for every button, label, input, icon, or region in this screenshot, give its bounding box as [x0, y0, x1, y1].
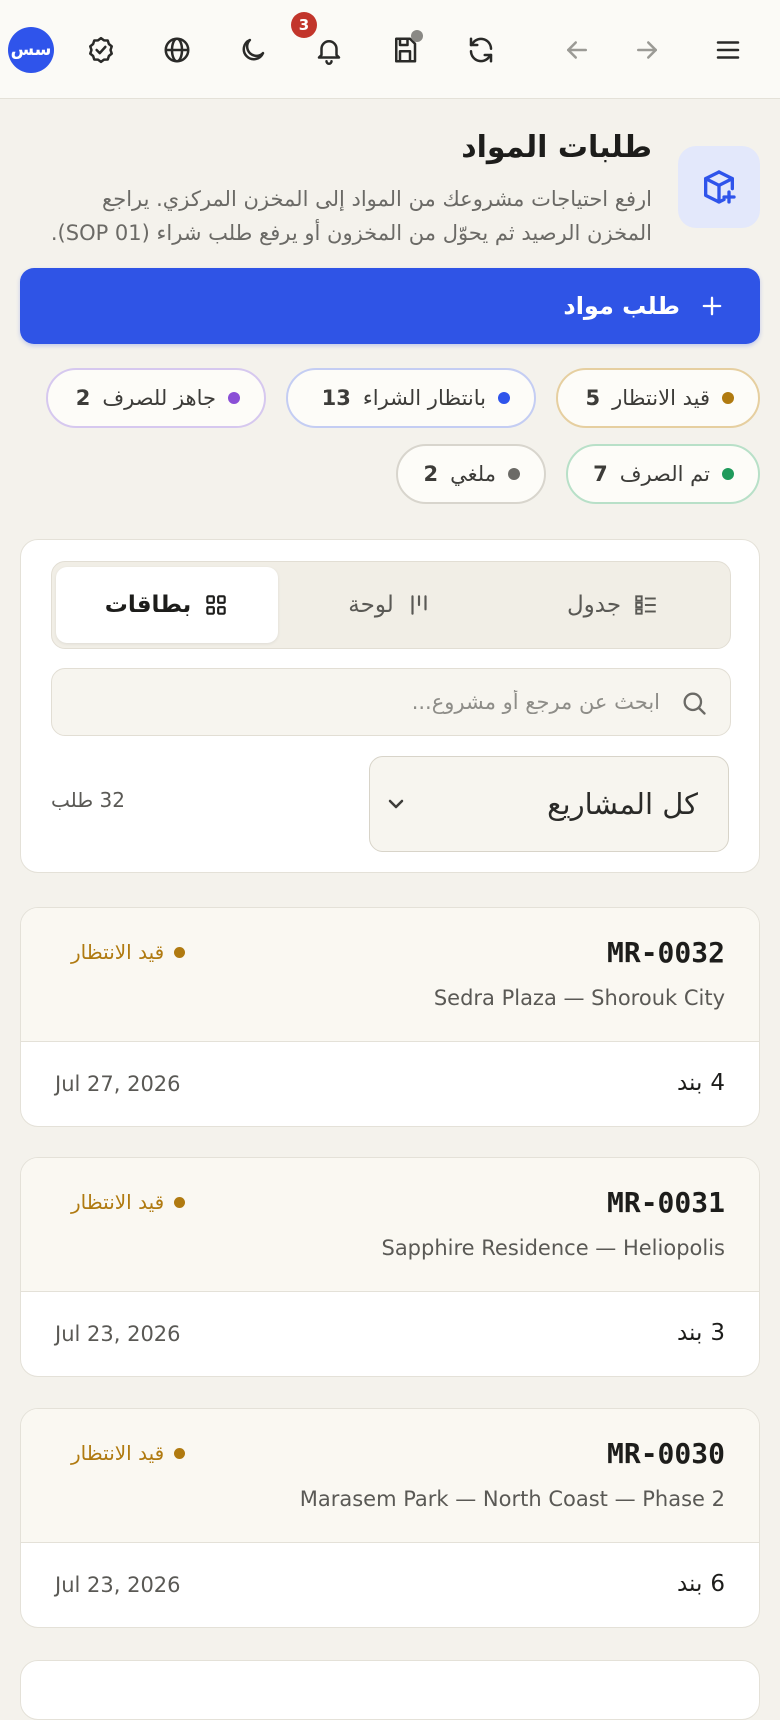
moon-icon[interactable] — [229, 26, 277, 74]
project-filter-select[interactable]: كل المشاريع — [369, 756, 729, 852]
status-dot — [722, 392, 734, 404]
status-dot — [498, 392, 510, 404]
view-cards-label: بطاقات — [104, 592, 192, 618]
search-input[interactable] — [130, 669, 730, 735]
status-text: قيد الانتظار — [71, 1441, 165, 1465]
chevron-down-icon — [388, 799, 404, 809]
request-card[interactable]: MR-0030 Marasem Park — North Coast — Pha… — [20, 1408, 760, 1628]
search-box — [51, 668, 731, 736]
status-dot — [174, 946, 186, 958]
status-chip-cancelled[interactable]: ملغي 2 — [396, 444, 546, 504]
status-chip-label: قيد الانتظار — [612, 386, 710, 410]
request-card-header: MR-0030 Marasem Park — North Coast — Pha… — [21, 1409, 759, 1543]
request-ref: MR-0030 — [606, 1437, 725, 1470]
view-cards-tab[interactable]: بطاقات — [56, 567, 278, 643]
status-chip-label: بانتظار الشراء — [362, 386, 486, 410]
request-card[interactable]: MR-0031 Sapphire Residence — Heliopolis … — [20, 1157, 760, 1377]
request-date: Jul 27, 2026 — [55, 1072, 181, 1096]
plus-icon — [702, 296, 722, 316]
save-status-dot — [411, 30, 423, 42]
status-dot — [174, 1196, 186, 1208]
status-chip-count: 13 — [321, 386, 351, 410]
refresh-icon[interactable] — [457, 26, 505, 74]
package-plus-icon — [678, 146, 760, 228]
status-chip-count: 5 — [585, 386, 601, 410]
items-count-value: 3 — [710, 1320, 725, 1346]
request-card-header: MR-0031 Sapphire Residence — Heliopolis … — [21, 1158, 759, 1292]
request-date: Jul 23, 2026 — [55, 1573, 181, 1597]
globe-icon[interactable] — [153, 26, 201, 74]
view-table-label: جدول — [566, 592, 622, 618]
status-chip-awaiting-purchase[interactable]: بانتظار الشراء 13 — [286, 368, 536, 428]
status-chip-label: جاهز للصرف — [102, 386, 216, 410]
request-date: Jul 23, 2026 — [55, 1322, 181, 1346]
forward-arrow-icon[interactable] — [623, 26, 671, 74]
request-card[interactable] — [20, 1660, 760, 1720]
filter-panel: جدول لوحة بطاقات كل المشاريع 32 طلب — [20, 539, 760, 873]
status-chip-ready-to-issue[interactable]: جاهز للصرف 2 — [46, 368, 266, 428]
request-project: Sapphire Residence — Heliopolis — [381, 1236, 725, 1260]
items-count-value: 4 — [710, 1070, 725, 1096]
items-count-label: بند — [676, 1070, 703, 1096]
project-filter-value: كل المشاريع — [547, 787, 698, 821]
check-badge-icon[interactable] — [77, 26, 125, 74]
back-arrow-icon[interactable] — [553, 26, 601, 74]
notification-badge: 3 — [291, 12, 317, 38]
new-material-request-label: طلب مواد — [563, 292, 680, 320]
kanban-icon — [411, 595, 427, 615]
status-chip-count: 2 — [75, 386, 91, 410]
grid-icon — [206, 595, 226, 615]
status-badge: قيد الانتظار — [71, 1190, 186, 1214]
request-project: Marasem Park — North Coast — Phase 2 — [299, 1487, 725, 1511]
request-project: Sedra Plaza — Shorouk City — [433, 986, 725, 1010]
status-text: قيد الانتظار — [71, 940, 165, 964]
status-chip-count: 2 — [423, 462, 439, 486]
status-badge: قيد الانتظار — [71, 1441, 186, 1465]
status-badge: قيد الانتظار — [71, 940, 186, 964]
status-chip-issued[interactable]: تم الصرف 7 — [566, 444, 760, 504]
request-card-header: MR-0032 Sedra Plaza — Shorouk City قيد ا… — [21, 908, 759, 1042]
request-items-count: 6 بند — [677, 1571, 725, 1597]
view-table-tab[interactable]: جدول — [502, 567, 724, 643]
request-ref: MR-0032 — [606, 936, 725, 969]
page-description: ارفع احتياجات مشروعك من المواد إلى المخز… — [50, 187, 652, 245]
list-icon — [635, 595, 656, 615]
view-switcher: جدول لوحة بطاقات — [51, 561, 731, 649]
status-chip-count: 7 — [593, 462, 608, 486]
items-count-label: بند — [676, 1571, 703, 1597]
results-count: 32 طلب — [51, 788, 125, 812]
request-card[interactable]: MR-0032 Sedra Plaza — Shorouk City قيد ا… — [20, 907, 760, 1127]
status-text: قيد الانتظار — [71, 1190, 165, 1214]
page-header: طلبات المواد ارفع احتياجات مشروعك من الم… — [20, 130, 760, 250]
status-dot — [722, 468, 734, 480]
view-board-tab[interactable]: لوحة — [279, 567, 501, 643]
status-chip-label: تم الصرف — [619, 462, 710, 486]
status-dot — [508, 468, 520, 480]
top-bar: 3 سس — [0, 0, 780, 99]
user-avatar[interactable]: سس — [8, 27, 54, 73]
status-chip-label: ملغي — [450, 462, 496, 486]
request-items-count: 4 بند — [677, 1070, 725, 1096]
request-ref: MR-0031 — [606, 1186, 725, 1219]
view-board-label: لوحة — [348, 592, 394, 618]
items-count-value: 6 — [710, 1571, 725, 1597]
menu-icon[interactable] — [704, 26, 752, 74]
status-chip-pending[interactable]: قيد الانتظار 5 — [556, 368, 760, 428]
page-title: طلبات المواد — [461, 130, 652, 165]
status-dot — [174, 1447, 186, 1459]
new-material-request-button[interactable]: طلب مواد — [20, 268, 760, 344]
items-count-label: بند — [676, 1320, 703, 1346]
status-dot — [228, 392, 240, 404]
request-items-count: 3 بند — [677, 1320, 725, 1346]
